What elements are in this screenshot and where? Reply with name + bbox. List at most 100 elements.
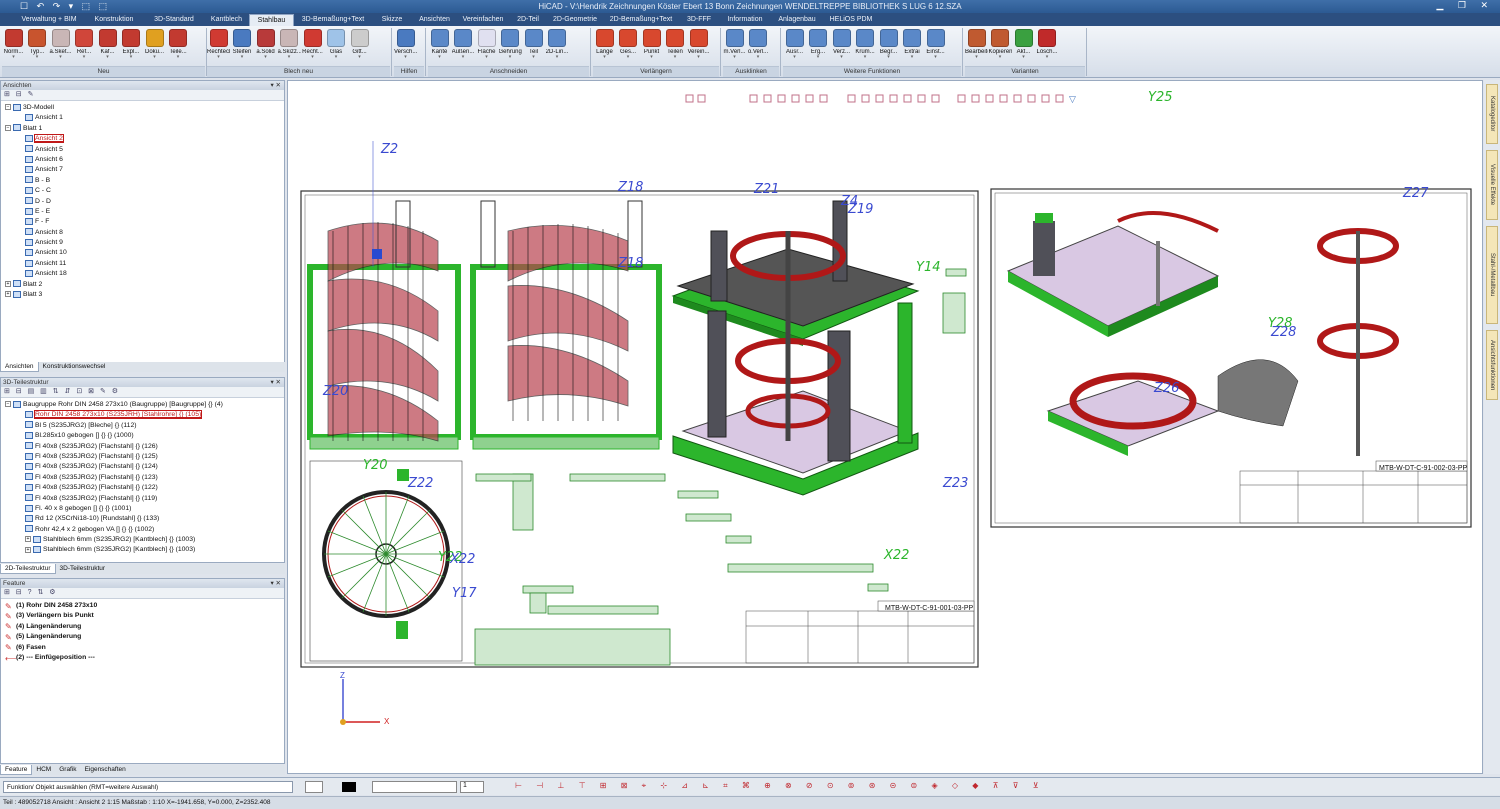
panel-pin-close-icon[interactable]: ▾ ✕ — [270, 579, 281, 588]
tree-item[interactable]: − Baugruppe Rohr DIN 2458 273x10 (Baugrup… — [3, 400, 284, 410]
pen-style-icon[interactable] — [305, 781, 323, 793]
color-swatch[interactable] — [342, 782, 356, 792]
dropdown-arrow-icon[interactable]: ▾ — [452, 55, 475, 60]
tree-item[interactable]: Ansicht 18 — [3, 269, 284, 279]
expand-toggle-icon[interactable]: + — [5, 291, 11, 298]
dropdown-arrow-icon[interactable]: ▾ — [167, 55, 190, 60]
ribbon-button-rechteck[interactable]: Rechteck ▾ — [207, 28, 230, 66]
tab-skizze[interactable]: Skizze — [372, 14, 412, 26]
tree-item[interactable]: Rd 12 (X5CrNi18-10) [Rundstahl] {} (133) — [3, 514, 284, 524]
dropdown-arrow-icon[interactable]: ▾ — [499, 55, 522, 60]
dropdown-arrow-icon[interactable]: ▾ — [394, 55, 417, 60]
feature-panel-toolbar[interactable]: ⊞ ⊟ ? ⇅ ⚙ — [1, 588, 284, 599]
tab-verwaltung-bim[interactable]: Verwaltung + BIM — [14, 14, 84, 26]
dropdown-arrow-icon[interactable]: ▾ — [231, 55, 254, 60]
tab-3d-fff[interactable]: 3D-FFF — [679, 14, 719, 26]
dropdown-arrow-icon[interactable]: ▾ — [120, 55, 143, 60]
drawing-svg[interactable]: ▽ MTB-W-DT-C-91-001-03-PP MTB-W-DT-C-91-… — [288, 81, 1483, 774]
views-panel-toolbar[interactable]: ⊞ ⊟ ✎ — [1, 90, 284, 101]
ribbon-button-kaf[interactable]: Kaf... ▾ — [96, 28, 119, 66]
command-prompt[interactable]: Funktion/ Objekt auswählen (RMT=weitere … — [3, 781, 293, 793]
tree-item[interactable]: ✎ (5) Längenänderung — [3, 632, 284, 642]
tree-item[interactable]: − Blatt 1 — [3, 124, 284, 134]
tab-ansichten[interactable]: Ansichten — [412, 14, 457, 26]
tree-item[interactable]: ⟵(2) --- Einfügeposition --- — [3, 653, 284, 663]
panel-tab-eigenschaften[interactable]: Eigenschaften — [81, 765, 130, 775]
expand-toggle-icon[interactable]: + — [25, 546, 31, 553]
panel-tab-grafik[interactable]: Grafik — [55, 765, 80, 775]
panel-tab-3d-teilestruktur[interactable]: 3D-Teilestruktur — [56, 564, 110, 574]
tree-item[interactable]: Ansicht 8 — [3, 228, 284, 238]
dropdown-arrow-icon[interactable]: ▾ — [278, 55, 301, 60]
dropdown-arrow-icon[interactable]: ▾ — [723, 55, 746, 60]
ribbon-button-steifen[interactable]: Steifen ▾ — [231, 28, 254, 66]
tab-2d-teil[interactable]: 2D-Teil — [509, 14, 547, 26]
ribbon-button-teil[interactable]: Teil ▾ — [522, 28, 545, 66]
dropdown-arrow-icon[interactable]: ▾ — [143, 55, 166, 60]
ribbon-button-bearbeiten[interactable]: Bearbeiten▾ — [965, 28, 988, 66]
dropdown-arrow-icon[interactable]: ▾ — [546, 55, 569, 60]
ribbon-button-m-verl[interactable]: m.Verl... ▾ — [723, 28, 746, 66]
dock-tab-stahl-metallbau[interactable]: Stahl-/Metallbau — [1486, 226, 1498, 324]
ribbon-button-typ[interactable]: Typ... ▾ — [26, 28, 49, 66]
ribbon-button-kr-m[interactable]: Krüm... ▾ — [854, 28, 877, 66]
dropdown-arrow-icon[interactable]: ▾ — [428, 55, 451, 60]
panel-pin-close-icon[interactable]: ▾ ✕ — [270, 378, 281, 387]
tab-2d-geometrie[interactable]: 2D-Geometrie — [547, 14, 603, 26]
dropdown-arrow-icon[interactable]: ▾ — [783, 55, 806, 60]
dropdown-arrow-icon[interactable]: ▾ — [254, 55, 277, 60]
ribbon-button-au-en[interactable]: Außen... ▾ — [452, 28, 475, 66]
dropdown-arrow-icon[interactable]: ▾ — [747, 55, 770, 60]
tree-item[interactable]: Fl 40x8 (S235JRG2) [Flachstahl] {} (125) — [3, 452, 284, 462]
tree-item[interactable]: Ansicht 9 — [3, 238, 284, 248]
tree-item[interactable]: Ansicht 5 — [3, 145, 284, 155]
ribbon-button-gehrung[interactable]: Gehrung ▾ — [499, 28, 522, 66]
structure-panel-toolbar[interactable]: ⊞ ⊟ ▤ ▥ ⇅ ⇵ ⊡ ⊠ ✎ ⚙ — [1, 387, 284, 398]
ribbon-button-fl-che[interactable]: Fläche ▾ — [475, 28, 498, 66]
expand-toggle-icon[interactable]: − — [5, 104, 11, 111]
ribbon-button-erg[interactable]: Erg... ▾ — [807, 28, 830, 66]
ribbon-button-l-sch[interactable]: Lösch... ▾ — [1036, 28, 1059, 66]
tree-item[interactable]: E - E — [3, 207, 284, 217]
tree-item[interactable]: + Blatt 3 — [3, 290, 284, 300]
ribbon-button-versch[interactable]: Versch... ▾ — [394, 28, 417, 66]
dropdown-arrow-icon[interactable]: ▾ — [522, 55, 545, 60]
ribbon-button-l-nge[interactable]: Länge ▾ — [593, 28, 616, 66]
ribbon-button-norm[interactable]: Norm... ▾ — [2, 28, 25, 66]
dropdown-arrow-icon[interactable]: ▾ — [96, 55, 119, 60]
panel-tab-2d-teilestruktur[interactable]: 2D-Teilestruktur — [0, 564, 56, 574]
dock-tab-ansichtsfunktionen[interactable]: Ansichtsfunktionen — [1486, 330, 1498, 400]
dropdown-arrow-icon[interactable]: ▾ — [807, 55, 830, 60]
tree-item[interactable]: Rohr 42,4 x 2 gebogen VA [] {} {} (1002) — [3, 525, 284, 535]
tab-stahlbau[interactable]: Stahlbau — [249, 14, 294, 26]
snap-tools-icons[interactable]: ⊢ ⊣ ⊥ ⊤ ⊞ ⊠ ⌖ ⊹ ⊿ ⊾ ⌗ ⌘ ⊕ ⊗ ⊘ ⊙ ⊚ ⊛ ⊝ ⊜ … — [515, 781, 1045, 793]
dropdown-arrow-icon[interactable]: ▾ — [924, 55, 947, 60]
drawing-canvas[interactable]: ▽ MTB-W-DT-C-91-001-03-PP MTB-W-DT-C-91-… — [287, 80, 1483, 774]
tree-item[interactable]: Rohr DIN 2458 273x10 (S235JRH) [Stahlroh… — [3, 410, 284, 420]
ribbon-button-einst[interactable]: Einst... ▾ — [924, 28, 947, 66]
ribbon-button-verein[interactable]: Verein... ▾ — [687, 28, 710, 66]
panel-tab-ansichten[interactable]: Ansichten — [0, 362, 39, 372]
ribbon-button-expl[interactable]: Expl... ▾ — [120, 28, 143, 66]
dropdown-arrow-icon[interactable]: ▾ — [475, 55, 498, 60]
ribbon-button-begr[interactable]: Begr... ▾ — [877, 28, 900, 66]
tree-item[interactable]: ✎ (4) Längenänderung — [3, 622, 284, 632]
tab-3d-bema-ung-text[interactable]: 3D-Bemaßung+Text — [294, 14, 372, 26]
dropdown-arrow-icon[interactable]: ▾ — [965, 55, 988, 60]
tree-item[interactable]: Ansicht 11 — [3, 259, 284, 269]
view-toolbar-icons[interactable] — [685, 94, 1064, 103]
dropdown-arrow-icon[interactable]: ▾ — [854, 55, 877, 60]
panel-pin-close-icon[interactable]: ▾ ✕ — [270, 81, 281, 90]
tree-item[interactable]: ✎ (3) Verlängern bis Punkt — [3, 611, 284, 621]
dropdown-arrow-icon[interactable]: ▾ — [26, 55, 49, 60]
ribbon-button-akt[interactable]: Akt... ▾ — [1012, 28, 1035, 66]
dropdown-arrow-icon[interactable]: ▾ — [664, 55, 687, 60]
tab-2d-bema-ung-text[interactable]: 2D-Bemaßung+Text — [603, 14, 679, 26]
tab-information[interactable]: Information — [719, 14, 771, 26]
ribbon-button-ausr[interactable]: Ausr... ▾ — [783, 28, 806, 66]
tree-item[interactable]: Ansicht 1 — [3, 113, 284, 123]
ribbon-button-o-verl[interactable]: o.Verl... ▾ — [747, 28, 770, 66]
expand-toggle-icon[interactable]: − — [5, 401, 11, 408]
tree-item[interactable]: B - B — [3, 176, 284, 186]
tab-helios-pdm[interactable]: HELiOS PDM — [823, 14, 879, 26]
